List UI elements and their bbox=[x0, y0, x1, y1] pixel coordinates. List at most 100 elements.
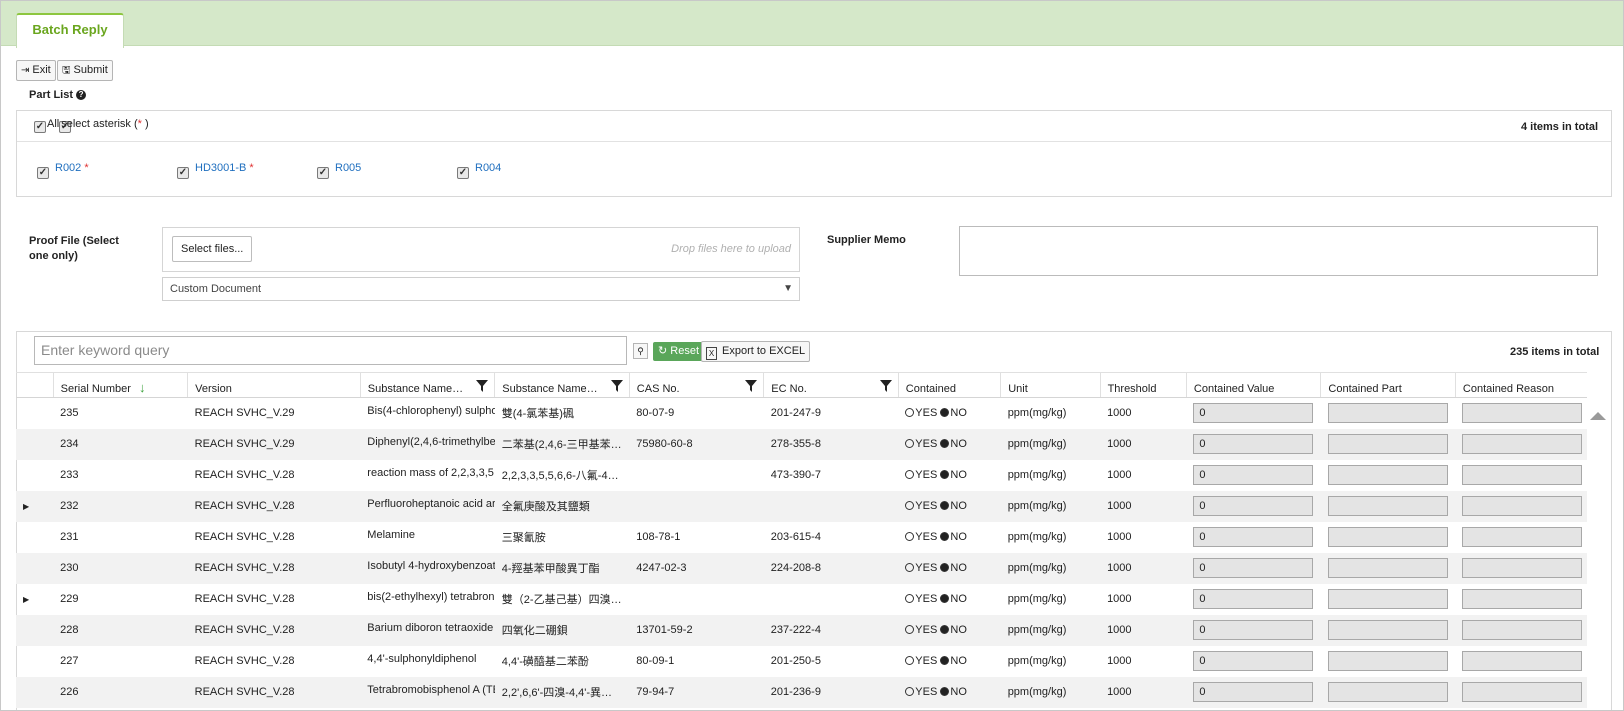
contained-reason-input[interactable] bbox=[1462, 496, 1583, 516]
select-files-button[interactable]: Select files... bbox=[172, 236, 253, 262]
contained-value-input[interactable]: 0 bbox=[1193, 620, 1314, 640]
no-radio[interactable] bbox=[940, 532, 950, 541]
filter-icon[interactable] bbox=[745, 380, 758, 392]
contained-reason-input[interactable] bbox=[1462, 558, 1583, 578]
contained-value-input[interactable]: 0 bbox=[1193, 558, 1314, 578]
upload-dropzone[interactable]: Select files... Drop files here to uploa… bbox=[162, 227, 800, 272]
part-link-r004[interactable]: R004 bbox=[475, 162, 501, 174]
filter-icon[interactable] bbox=[879, 380, 892, 392]
contained-part-input[interactable] bbox=[1327, 651, 1448, 671]
filter-icon[interactable] bbox=[610, 380, 623, 392]
contained-part-input[interactable] bbox=[1327, 620, 1448, 640]
contained-part-input[interactable] bbox=[1327, 496, 1448, 516]
yes-radio[interactable] bbox=[905, 625, 915, 634]
col-contained-reason[interactable]: Contained Reason bbox=[1455, 372, 1587, 398]
no-radio[interactable] bbox=[940, 594, 950, 603]
contained-part-input[interactable] bbox=[1327, 465, 1448, 485]
filter-icon[interactable] bbox=[476, 380, 489, 392]
col-threshold[interactable]: Threshold bbox=[1100, 372, 1187, 398]
yes-radio[interactable] bbox=[905, 439, 915, 448]
contained-value-input[interactable]: 0 bbox=[1193, 589, 1314, 609]
table-row[interactable]: ▶ 229 REACH SVHC_V.28 bis(2-ethylhexyl) tet… bbox=[16, 584, 1587, 615]
col-substance-name-en[interactable]: Substance Name… bbox=[360, 372, 496, 398]
contained-reason-input[interactable] bbox=[1462, 527, 1583, 547]
table-row[interactable]: ▶ 232 REACH SVHC_V.28 Perfluoroheptanoic ac… bbox=[16, 490, 1587, 522]
contained-value-input[interactable]: 0 bbox=[1193, 651, 1314, 671]
tab-batch-reply[interactable]: Batch Reply bbox=[16, 13, 124, 48]
table-row[interactable]: 235 REACH SVHC_V.29 Bis(4-chlorophenyl) su… bbox=[16, 398, 1587, 429]
row-expander[interactable] bbox=[16, 552, 54, 584]
contained-part-input[interactable] bbox=[1327, 527, 1448, 547]
no-radio[interactable] bbox=[940, 501, 950, 510]
contained-part-input[interactable] bbox=[1327, 558, 1448, 578]
col-cas-no[interactable]: CAS No. bbox=[629, 372, 765, 398]
part-link-r005[interactable]: R005 bbox=[335, 162, 361, 174]
table-row[interactable]: 231 REACH SVHC_V.28 Melamine 三聚氰胺 108-78-1 20… bbox=[16, 522, 1587, 553]
part-checkbox-r002[interactable]: ✓ bbox=[37, 167, 49, 179]
row-expander[interactable] bbox=[16, 646, 53, 677]
contained-part-input[interactable] bbox=[1327, 682, 1448, 702]
table-row[interactable]: 226 REACH SVHC_V.28 Tetrabromobisphenol A … bbox=[16, 676, 1587, 708]
reset-button[interactable]: ↻ Reset bbox=[653, 342, 705, 361]
contained-value-input[interactable]: 0 bbox=[1193, 527, 1314, 547]
col-version[interactable]: Version bbox=[187, 372, 361, 398]
select-all-checkbox[interactable]: ✓ bbox=[34, 121, 46, 133]
part-link-hd3001-b[interactable]: HD3001-B * bbox=[195, 162, 254, 174]
no-radio[interactable] bbox=[940, 408, 950, 418]
part-checkbox-r004[interactable]: ✓ bbox=[457, 167, 469, 179]
yes-radio[interactable] bbox=[905, 408, 915, 418]
yes-radio[interactable] bbox=[905, 656, 915, 665]
contained-reason-input[interactable] bbox=[1462, 620, 1583, 640]
yes-radio[interactable] bbox=[905, 687, 915, 696]
export-excel-button[interactable]: X Export to EXCEL bbox=[701, 341, 811, 362]
row-expander[interactable]: ▶ bbox=[16, 584, 53, 615]
contained-part-input[interactable] bbox=[1327, 589, 1448, 609]
table-row[interactable]: 228 REACH SVHC_V.28 Barium diboron tetraox… bbox=[16, 614, 1587, 646]
no-radio[interactable] bbox=[940, 563, 950, 572]
yes-radio[interactable] bbox=[905, 563, 915, 572]
col-contained-value[interactable]: Contained Value bbox=[1186, 372, 1322, 398]
no-radio[interactable] bbox=[940, 687, 950, 696]
yes-radio[interactable] bbox=[905, 532, 915, 541]
contained-reason-input[interactable] bbox=[1462, 589, 1583, 609]
contained-reason-input[interactable] bbox=[1462, 651, 1583, 671]
supplier-memo-textarea[interactable] bbox=[959, 226, 1598, 276]
row-expander[interactable] bbox=[16, 676, 54, 708]
row-expander[interactable] bbox=[16, 614, 54, 646]
row-expander[interactable] bbox=[16, 460, 53, 491]
help-icon[interactable]: ? bbox=[76, 90, 87, 100]
contained-value-input[interactable]: 0 bbox=[1193, 682, 1314, 702]
yes-radio[interactable] bbox=[905, 470, 915, 479]
col-serial-number[interactable]: Serial Number ↓ bbox=[53, 372, 189, 398]
contained-value-input[interactable]: 0 bbox=[1193, 496, 1314, 516]
no-radio[interactable] bbox=[940, 470, 950, 479]
no-radio[interactable] bbox=[940, 625, 950, 634]
exit-button[interactable]: ⇥ Exit bbox=[16, 60, 56, 81]
contained-value-input[interactable]: 0 bbox=[1193, 403, 1314, 424]
part-checkbox-hd3001-b[interactable]: ✓ bbox=[177, 167, 189, 179]
contained-reason-input[interactable] bbox=[1462, 465, 1583, 485]
contained-value-input[interactable]: 0 bbox=[1193, 465, 1314, 485]
row-expander[interactable]: ▶ bbox=[16, 490, 54, 522]
contained-value-input[interactable]: 0 bbox=[1193, 434, 1314, 454]
no-radio[interactable] bbox=[940, 656, 950, 665]
col-contained-part[interactable]: Contained Part bbox=[1320, 372, 1456, 398]
contained-part-input[interactable] bbox=[1327, 434, 1448, 454]
contained-part-input[interactable] bbox=[1327, 403, 1448, 424]
scroll-up-icon[interactable] bbox=[1590, 412, 1606, 420]
col-contained[interactable]: Contained bbox=[898, 372, 1002, 398]
table-row[interactable]: 227 REACH SVHC_V.28 4,4'-sulphonyldiphenol… bbox=[16, 646, 1587, 677]
search-icon[interactable]: ⚲ bbox=[633, 343, 648, 359]
keyword-search-input[interactable]: Enter keyword query bbox=[34, 336, 627, 365]
table-row[interactable]: 234 REACH SVHC_V.29 Diphenyl(2,4,6-trimeth… bbox=[16, 428, 1587, 460]
table-row[interactable]: 230 REACH SVHC_V.28 Isobutyl 4-hydroxybenz… bbox=[16, 552, 1587, 584]
row-expander[interactable] bbox=[16, 522, 53, 553]
contained-reason-input[interactable] bbox=[1462, 434, 1583, 454]
submit-button[interactable]: 🖫 Submit bbox=[57, 60, 113, 81]
table-row[interactable]: 233 REACH SVHC_V.28 reaction mass of 2,2,3… bbox=[16, 460, 1587, 491]
contained-reason-input[interactable] bbox=[1462, 403, 1583, 424]
col-ec-no[interactable]: EC No. bbox=[763, 372, 899, 398]
no-radio[interactable] bbox=[940, 439, 950, 448]
part-link-r002[interactable]: R002 * bbox=[55, 162, 89, 174]
part-checkbox-r005[interactable]: ✓ bbox=[317, 167, 329, 179]
